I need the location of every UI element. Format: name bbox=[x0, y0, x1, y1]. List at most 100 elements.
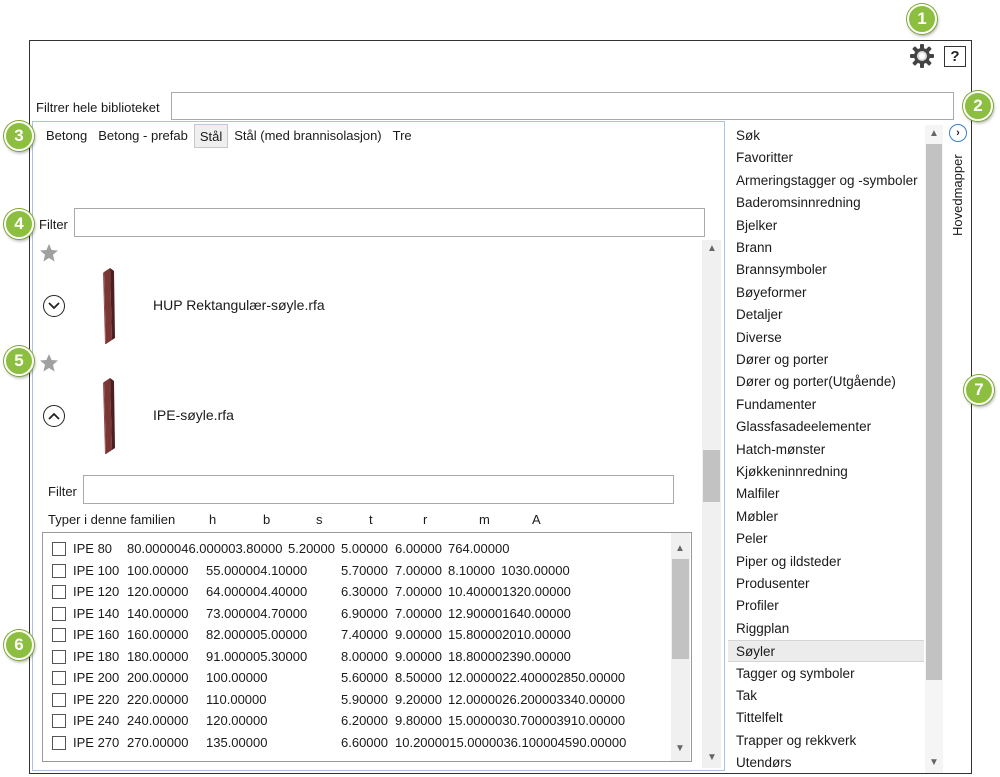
table-row[interactable]: IPE 240 240.00000 120.00000 6.20000 9.80… bbox=[43, 711, 663, 732]
category-item[interactable]: Brannsymboler bbox=[728, 259, 924, 281]
family-filter-input[interactable] bbox=[74, 208, 705, 237]
type-values: 8.50000 bbox=[395, 670, 442, 685]
family-list-scrollbar[interactable] bbox=[702, 240, 721, 768]
category-item[interactable]: Piper og ildsteder bbox=[728, 551, 924, 573]
category-item[interactable]: Brann bbox=[728, 237, 924, 259]
table-row[interactable]: IPE 120 120.00000 64.000004.40000 6.3000… bbox=[43, 582, 663, 603]
category-item[interactable]: Malfiler bbox=[728, 483, 924, 505]
family-name[interactable]: HUP Rektangulær-søyle.rfa bbox=[153, 297, 325, 313]
category-item[interactable]: Tagger og symboler bbox=[728, 663, 924, 685]
gear-icon[interactable] bbox=[909, 43, 935, 69]
scroll-thumb[interactable] bbox=[672, 559, 689, 659]
table-row[interactable]: IPE 270 270.00000 135.00000 6.60000 10.2… bbox=[43, 733, 663, 754]
scroll-thumb[interactable] bbox=[926, 144, 942, 680]
family-name[interactable]: IPE-søyle.rfa bbox=[153, 407, 234, 423]
category-item[interactable]: Baderomsinnredning bbox=[728, 192, 924, 214]
category-item[interactable]: Peler bbox=[728, 528, 924, 550]
favorite-star-icon[interactable] bbox=[39, 353, 59, 373]
type-values: 9.00000 bbox=[395, 627, 442, 642]
library-filter-input[interactable] bbox=[171, 92, 954, 120]
tab-betong[interactable]: Betong bbox=[41, 124, 92, 148]
category-item[interactable]: Bjelker bbox=[728, 215, 924, 237]
category-item[interactable]: Diverse bbox=[728, 327, 924, 349]
category-item[interactable]: Søyler bbox=[728, 640, 924, 663]
category-item[interactable]: Detaljer bbox=[728, 304, 924, 326]
type-values: 220.00000 bbox=[127, 692, 189, 707]
category-item[interactable]: Riggplan bbox=[728, 618, 924, 640]
type-checkbox[interactable] bbox=[52, 607, 66, 621]
callout-badge-6: 6 bbox=[4, 630, 34, 660]
type-name: IPE 120 bbox=[73, 584, 120, 599]
type-checkbox[interactable] bbox=[52, 736, 66, 750]
category-item[interactable]: Favoritter bbox=[728, 147, 924, 169]
chevron-right-icon[interactable]: › bbox=[949, 124, 967, 142]
scroll-down-icon[interactable]: ▼ bbox=[672, 743, 688, 754]
callout-badge-4: 4 bbox=[4, 209, 34, 239]
category-item[interactable]: Bøyeformer bbox=[728, 282, 924, 304]
type-values: 180.00000 bbox=[127, 649, 189, 664]
category-item[interactable]: Trapper og rekkverk bbox=[728, 730, 924, 752]
scroll-up-icon[interactable]: ▲ bbox=[926, 128, 942, 139]
tab-tre[interactable]: Tre bbox=[388, 124, 417, 148]
type-checkbox[interactable] bbox=[52, 564, 66, 578]
table-row[interactable]: IPE 220 220.00000 110.00000 5.90000 9.20… bbox=[43, 690, 663, 711]
table-row[interactable]: IPE 140 140.00000 73.000004.70000 6.9000… bbox=[43, 604, 663, 625]
expand-chevron-down-icon[interactable] bbox=[43, 295, 65, 317]
category-item[interactable]: Utendørs bbox=[728, 752, 924, 774]
header-s: s bbox=[316, 512, 323, 527]
category-item[interactable]: Fundamenter bbox=[728, 394, 924, 416]
type-checkbox[interactable] bbox=[52, 628, 66, 642]
type-values: 100.00000 bbox=[206, 670, 268, 685]
type-name: IPE 80 bbox=[73, 541, 113, 556]
favorite-star-icon[interactable] bbox=[39, 243, 59, 263]
type-values: 8.00000 bbox=[341, 649, 388, 664]
material-tabs: Betong Betong - prefab Stål Stål (med br… bbox=[41, 124, 418, 148]
category-item[interactable]: Søk bbox=[728, 125, 924, 147]
scroll-down-icon[interactable]: ▼ bbox=[926, 757, 942, 768]
type-values: 120.00000 bbox=[206, 713, 268, 728]
category-item[interactable]: Møbler bbox=[728, 506, 924, 528]
help-button[interactable]: ? bbox=[944, 46, 966, 67]
scroll-up-icon[interactable]: ▲ bbox=[672, 543, 688, 554]
type-values: 12.0000026.200003340.00000 bbox=[448, 692, 626, 707]
category-item[interactable]: Hatch-mønster bbox=[728, 439, 924, 461]
tab-stal-brannisolasjon[interactable]: Stål (med brannisolasjon) bbox=[229, 124, 386, 148]
scroll-thumb[interactable] bbox=[703, 450, 720, 502]
table-row[interactable]: IPE 100 100.00000 55.000004.10000 5.7000… bbox=[43, 561, 663, 582]
column-thumbnail-icon bbox=[103, 268, 115, 344]
table-row[interactable]: IPE 200 200.00000 100.00000 5.60000 8.50… bbox=[43, 668, 663, 689]
category-item[interactable]: Tak bbox=[728, 685, 924, 707]
header-r: r bbox=[423, 512, 428, 527]
category-item[interactable]: Profiler bbox=[728, 595, 924, 617]
type-checkbox[interactable] bbox=[52, 650, 66, 664]
type-checkbox[interactable] bbox=[52, 585, 66, 599]
collapse-chevron-up-icon[interactable] bbox=[43, 405, 65, 427]
type-values: 100.00000 bbox=[127, 563, 189, 578]
tab-stal[interactable]: Stål bbox=[193, 124, 229, 148]
types-table: IPE 80 80.0000046.000003.80000 5.20000 5… bbox=[42, 532, 692, 762]
category-item[interactable]: Dører og porter(Utgående) bbox=[728, 371, 924, 393]
category-item[interactable]: Kjøkkeninnredning bbox=[728, 461, 924, 483]
type-name: IPE 200 bbox=[73, 670, 120, 685]
type-filter-input[interactable] bbox=[83, 475, 674, 504]
type-values: 5.60000 bbox=[341, 670, 388, 685]
category-item[interactable]: Dører og porter bbox=[728, 349, 924, 371]
type-checkbox[interactable] bbox=[52, 671, 66, 685]
type-checkbox[interactable] bbox=[52, 714, 66, 728]
type-values: 12.0000022.400002850.00000 bbox=[448, 670, 626, 685]
category-list: Søk Favoritter Armeringstagger og -symbole… bbox=[728, 125, 924, 773]
type-checkbox[interactable] bbox=[52, 693, 66, 707]
main-folders-tab[interactable]: Hovedmapper bbox=[950, 154, 965, 236]
category-item[interactable]: Produsenter bbox=[728, 573, 924, 595]
table-row[interactable]: IPE 180 180.00000 91.000005.30000 8.0000… bbox=[43, 647, 663, 668]
category-item[interactable]: Armeringstagger og -symboler bbox=[728, 170, 924, 192]
category-item[interactable]: Glassfasadeelementer bbox=[728, 416, 924, 438]
tab-betong-prefab[interactable]: Betong - prefab bbox=[93, 124, 193, 148]
table-row[interactable]: IPE 160 160.00000 82.000005.00000 7.4000… bbox=[43, 625, 663, 646]
type-checkbox[interactable] bbox=[52, 542, 66, 556]
table-row[interactable]: IPE 80 80.0000046.000003.80000 5.20000 5… bbox=[43, 539, 663, 560]
category-item[interactable]: Tittelfelt bbox=[728, 707, 924, 729]
type-values: 7.40000 bbox=[341, 627, 388, 642]
scroll-down-icon[interactable]: ▼ bbox=[704, 752, 720, 763]
scroll-up-icon[interactable]: ▲ bbox=[704, 243, 720, 254]
